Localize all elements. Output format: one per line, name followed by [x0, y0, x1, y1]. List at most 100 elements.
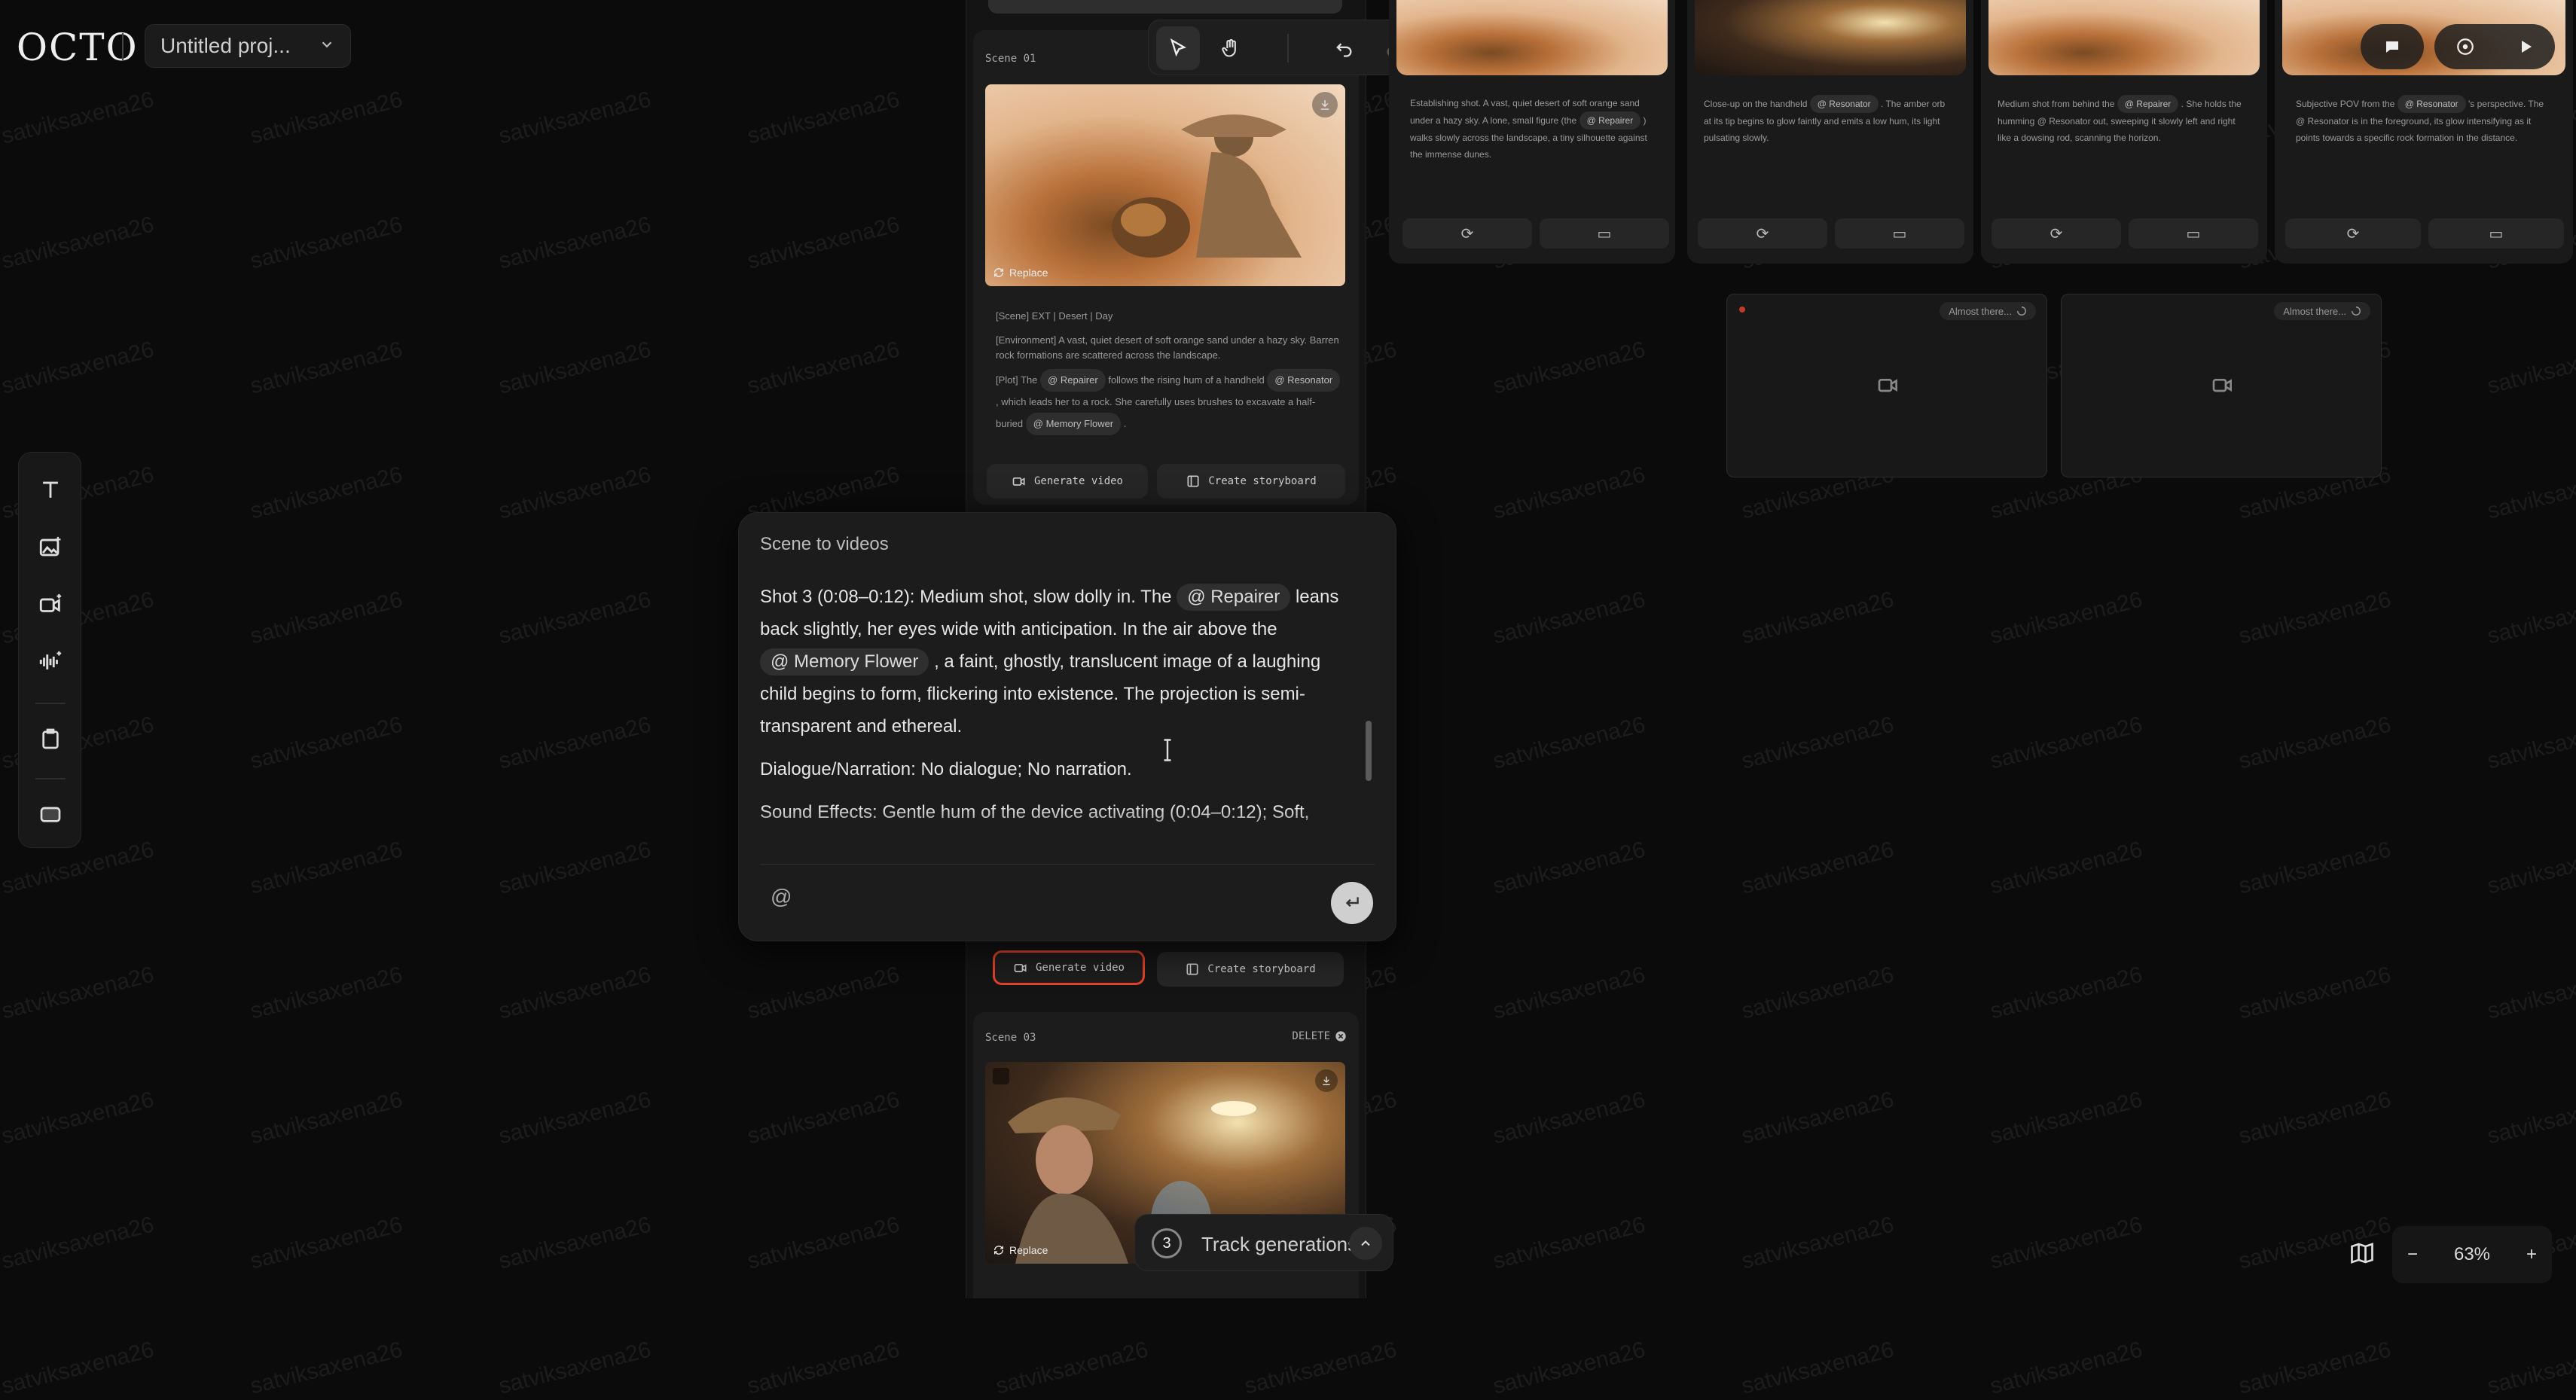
canvas-toolbar — [1148, 20, 1430, 75]
undo-icon[interactable] — [1322, 26, 1366, 70]
video-tool-icon[interactable] — [32, 587, 69, 623]
watermark-text: satviksaxena26 — [247, 212, 405, 274]
pending-generation-card[interactable]: Almost there... — [1726, 294, 2047, 477]
play-icon[interactable] — [2516, 38, 2535, 56]
watermark-text: satviksaxena26 — [496, 462, 654, 524]
submit-icon[interactable] — [1331, 882, 1373, 924]
replace-label: Replace — [1009, 267, 1048, 279]
create-storyboard-button[interactable]: Create storyboard — [1157, 464, 1345, 499]
preview-controls — [2361, 23, 2564, 71]
mention-tag[interactable]: @ Memory Flower — [1025, 413, 1122, 435]
watermark-text: satviksaxena26 — [1738, 962, 1897, 1024]
watermark-text: satviksaxena26 — [0, 962, 157, 1024]
chevron-down-icon — [319, 34, 335, 58]
replace-image-button[interactable]: Replace — [993, 267, 1048, 279]
watermark-text: satviksaxena26 — [496, 87, 654, 149]
shot-thumbnail[interactable] — [1396, 0, 1668, 75]
watermark-text: satviksaxena26 — [1987, 1212, 2145, 1274]
video-icon[interactable]: ▭ — [1835, 218, 1964, 249]
shot-text: Medium shot from behind the — [1998, 99, 2115, 109]
watermark-text: satviksaxena26 — [1738, 712, 1897, 774]
mention-tag[interactable]: @ Repairer — [1177, 584, 1291, 611]
video-placeholder-icon — [2211, 373, 2235, 401]
toolbar-divider — [1287, 34, 1289, 63]
generate-video-button[interactable]: Generate video — [993, 950, 1145, 985]
watermark-text: satviksaxena26 — [247, 1212, 405, 1274]
plot-text: [Plot] The — [996, 374, 1038, 386]
scene-to-videos-dialog: Scene to videos Shot 3 (0:08–0:12): Medi… — [738, 512, 1396, 941]
generate-video-button[interactable]: Generate video — [987, 464, 1148, 499]
watermark-text: satviksaxena26 — [247, 962, 405, 1024]
shot-thumbnail[interactable] — [1988, 0, 2260, 75]
create-storyboard-button[interactable]: Create storyboard — [1157, 952, 1344, 987]
watermark-text: satviksaxena26 — [1490, 1337, 1648, 1399]
zoom-out-icon[interactable]: − — [2407, 1244, 2418, 1265]
hand-tool-icon[interactable] — [1209, 26, 1253, 70]
replace-image-button[interactable]: Replace — [993, 1244, 1048, 1256]
watermark-text: satviksaxena26 — [0, 1337, 157, 1399]
shot-card: Close-up on the handheld @ Resonator . T… — [1687, 0, 1973, 264]
project-selector[interactable]: Untitled proj... — [145, 24, 351, 68]
select-checkbox[interactable] — [993, 1068, 1009, 1084]
plot-text: follows the rising hum of a handheld — [1108, 374, 1265, 386]
scene-image[interactable]: Replace — [985, 84, 1345, 286]
settings-icon[interactable] — [2455, 37, 2475, 56]
scrollbar-thumb[interactable] — [1366, 721, 1372, 781]
video-icon[interactable]: ▭ — [2428, 218, 2564, 249]
status-badge: Almost there... — [2274, 302, 2370, 320]
regenerate-icon[interactable]: ⟳ — [1402, 218, 1532, 249]
refresh-icon — [994, 268, 1003, 277]
prompt-text-area[interactable]: Shot 3 (0:08–0:12): Medium shot, slow do… — [760, 581, 1348, 852]
mention-tag[interactable]: @ Repairer — [1040, 369, 1106, 392]
delete-scene-button[interactable]: DELETE — [1292, 1030, 1347, 1042]
audio-tool-icon[interactable] — [32, 644, 69, 680]
watermark-text: satviksaxena26 — [1490, 337, 1648, 399]
chat-bubble-icon[interactable] — [2361, 24, 2424, 69]
zoom-in-icon[interactable]: + — [2526, 1244, 2537, 1265]
watermark-text: satviksaxena26 — [1987, 587, 2145, 649]
mention-tag[interactable]: @ Resonator — [1267, 369, 1341, 392]
regenerate-icon[interactable]: ⟳ — [1698, 218, 1827, 249]
shot-description: Subjective POV from the @ Resonator 's p… — [2296, 95, 2549, 146]
video-icon[interactable]: ▭ — [1540, 218, 1669, 249]
previous-action-button[interactable] — [988, 0, 1342, 14]
watermark-text: satviksaxena26 — [496, 587, 654, 649]
mention-tag[interactable]: @ Repairer — [2117, 95, 2179, 113]
frame-icon[interactable] — [32, 796, 69, 832]
download-icon[interactable] — [1312, 92, 1338, 117]
watermark-text: satviksaxena26 — [0, 212, 157, 274]
pending-generation-card[interactable]: Almost there... — [2061, 294, 2382, 477]
playback-controls — [2434, 24, 2555, 69]
chevron-up-icon[interactable] — [1349, 1227, 1382, 1260]
mention-input[interactable]: @ — [771, 885, 792, 909]
watermark-text: satviksaxena26 — [1490, 462, 1648, 524]
text-fade — [760, 807, 1348, 852]
mention-tag[interactable]: @ Repairer — [1579, 111, 1641, 130]
regenerate-icon[interactable]: ⟳ — [1992, 218, 2121, 249]
watermark-text: satviksaxena26 — [2236, 1337, 2394, 1399]
clipboard-icon[interactable] — [32, 721, 69, 757]
video-icon[interactable]: ▭ — [2129, 218, 2258, 249]
header-divider — [122, 33, 124, 60]
mention-tag[interactable]: @ Resonator — [1809, 95, 1879, 113]
app-logo: OCTO — [17, 26, 139, 69]
watermark-text: satviksaxena26 — [2236, 837, 2394, 899]
regenerate-icon[interactable]: ⟳ — [2285, 218, 2421, 249]
select-tool-icon[interactable] — [1156, 26, 1200, 70]
track-generations-button[interactable]: 3 Track generations — [1134, 1214, 1393, 1271]
shot-thumbnail[interactable] — [1695, 0, 1966, 75]
watermark-text: satviksaxena26 — [247, 337, 405, 399]
watermark-text: satviksaxena26 — [1490, 837, 1648, 899]
mention-tag[interactable]: @ Resonator — [2397, 95, 2466, 113]
scene-environment: [Environment] A vast, quiet desert of so… — [996, 334, 1339, 361]
text-tool-icon[interactable] — [32, 472, 69, 508]
download-icon[interactable] — [1315, 1069, 1338, 1092]
button-label: Generate video — [1035, 962, 1125, 974]
plot-text: . — [1123, 418, 1127, 429]
map-icon[interactable] — [2349, 1240, 2376, 1270]
button-label: Create storyboard — [1208, 475, 1317, 487]
mention-tag[interactable]: @ Memory Flower — [760, 648, 929, 676]
generation-count-badge: 3 — [1152, 1228, 1182, 1258]
watermark-text: satviksaxena26 — [2484, 837, 2576, 899]
image-tool-icon[interactable] — [32, 529, 69, 566]
